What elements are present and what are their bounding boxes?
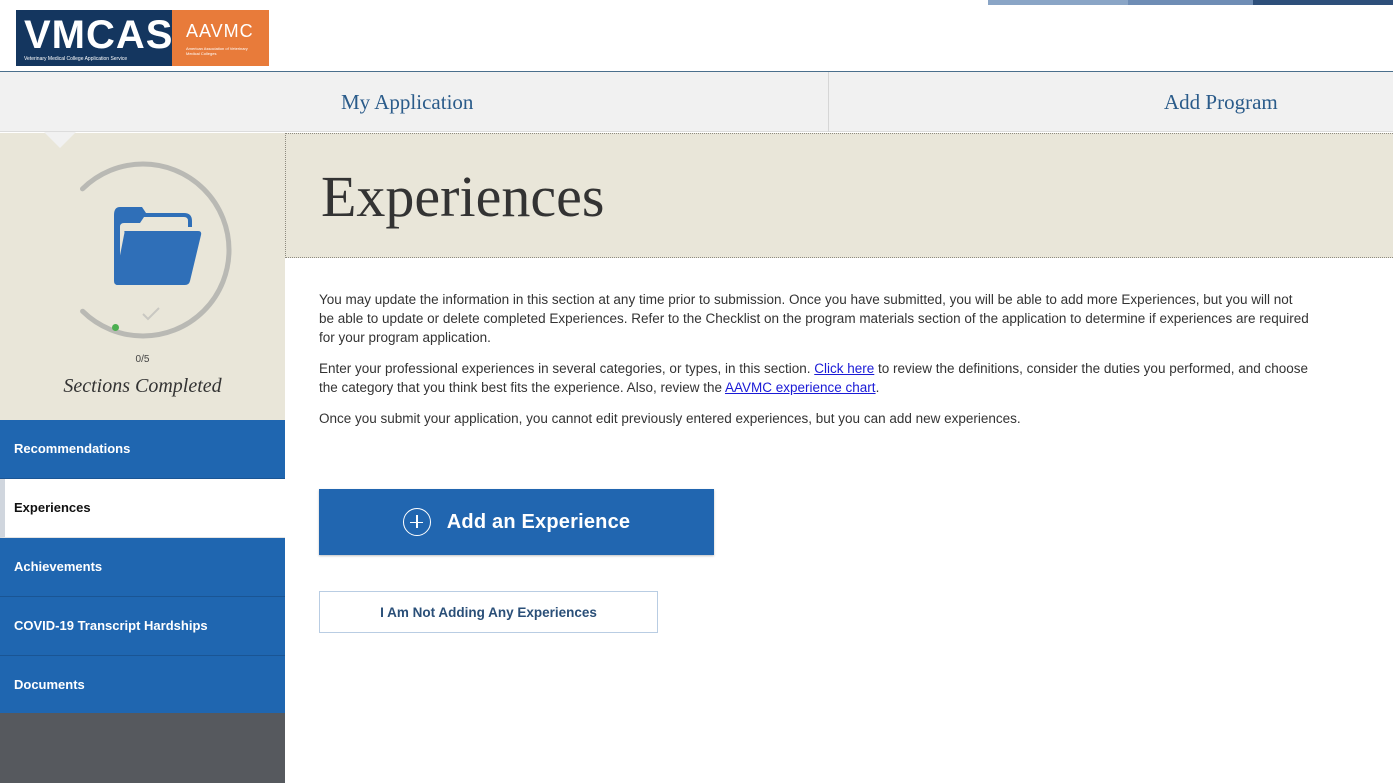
main-nav: My Application Add Program (0, 72, 1393, 132)
section-nav: Recommendations Experiences Achievements… (0, 420, 285, 715)
sidebar-item-covid-transcript-hardships[interactable]: COVID-19 Transcript Hardships (0, 597, 285, 656)
instructions: You may update the information in this s… (319, 290, 1309, 440)
page-title: Experiences (321, 164, 605, 229)
top-color-strip (988, 0, 1393, 5)
progress-count: 0/5 (135, 354, 150, 365)
instruction-text: . (875, 380, 880, 395)
definitions-link[interactable]: Click here (814, 361, 874, 376)
sidebar-item-achievements[interactable]: Achievements (0, 538, 285, 597)
aavmc-logo-mark: AAVMC American Association of Veterinary… (172, 10, 269, 66)
nav-divider (828, 72, 829, 132)
vmcas-logo-text: VMCAS (24, 13, 174, 57)
sidebar-item-recommendations[interactable]: Recommendations (0, 420, 285, 479)
sidebar: 0/5 Sections Completed Recommendations E… (0, 133, 285, 783)
progress-widget: 0/5 Sections Completed (0, 133, 285, 420)
instruction-paragraph-2: Enter your professional experiences in s… (319, 359, 1309, 397)
nav-my-application[interactable]: My Application (341, 72, 473, 132)
plus-circle-icon (402, 508, 431, 536)
nav-add-program[interactable]: Add Program (1164, 72, 1278, 132)
progress-start-dot (112, 324, 119, 331)
sidebar-item-documents[interactable]: Documents (0, 656, 285, 715)
top-header: VMCAS Veterinary Medical College Applica… (0, 0, 1393, 72)
instruction-paragraph-3: Once you submit your application, you ca… (319, 411, 1021, 426)
not-adding-experiences-button[interactable]: I Am Not Adding Any Experiences (319, 591, 658, 633)
sections-completed-label: Sections Completed (63, 375, 222, 397)
aavmc-logo-text: AAVMC (186, 21, 254, 41)
vmcas-logo-mark: VMCAS Veterinary Medical College Applica… (16, 10, 172, 66)
vmcas-logo-subtext: Veterinary Medical College Application S… (24, 56, 128, 62)
aavmc-experience-chart-link[interactable]: AAVMC experience chart (725, 380, 876, 395)
folder-icon (114, 207, 202, 285)
nav-active-pointer (44, 132, 76, 148)
add-experience-label: Add an Experience (446, 510, 631, 533)
vmcas-logo[interactable]: VMCAS Veterinary Medical College Applica… (16, 10, 269, 66)
page-header: Experiences (285, 133, 1393, 258)
add-experience-button[interactable]: Add an Experience (319, 489, 714, 555)
aavmc-logo-subtext: American Association of Veterinary Medic… (186, 46, 248, 56)
sidebar-item-experiences[interactable]: Experiences (0, 479, 285, 538)
checkmark-icon (142, 307, 160, 321)
sidebar-footer (0, 713, 285, 783)
instruction-text: Enter your professional experiences in s… (319, 361, 815, 376)
instruction-paragraph-1: You may update the information in this s… (319, 292, 1309, 345)
